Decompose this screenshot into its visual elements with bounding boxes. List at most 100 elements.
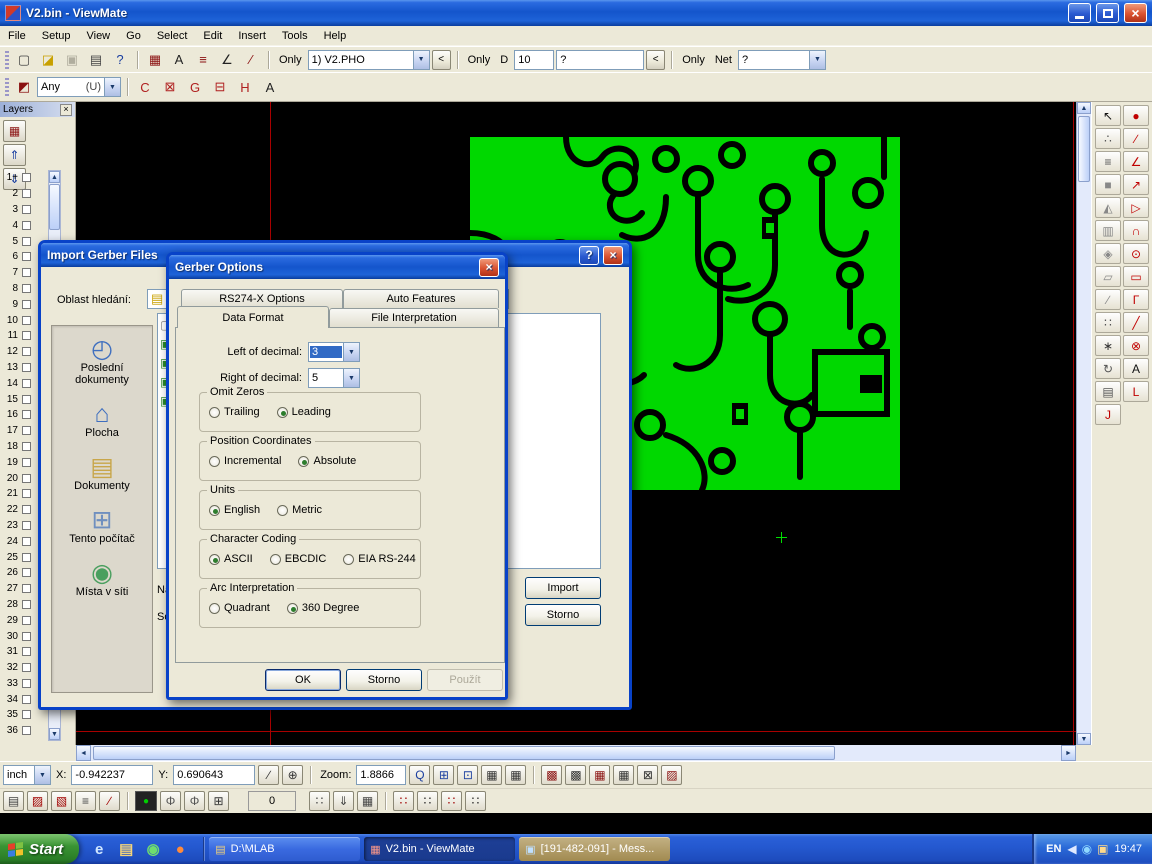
select-traces-icon[interactable]: ⊟ (209, 77, 231, 97)
layer-visibility-box[interactable] (22, 489, 31, 498)
dimension-icon[interactable]: ∠ (216, 50, 238, 70)
l-shape-tool-icon[interactable]: L (1123, 381, 1149, 402)
import-button[interactable]: Import (525, 577, 601, 599)
scrollbar-thumb[interactable] (49, 184, 60, 230)
save-icon[interactable]: ▣ (61, 50, 83, 70)
selection-mode-icon[interactable]: ◩ (13, 77, 35, 97)
radio-absolute[interactable]: Absolute (298, 455, 356, 467)
new-file-icon[interactable]: ▢ (13, 50, 35, 70)
ie-icon[interactable]: e (88, 838, 110, 860)
mirror-tool-icon[interactable]: ▱ (1095, 266, 1121, 287)
radio-leading[interactable]: Leading (277, 406, 331, 418)
angle-line-tool-icon[interactable]: ∠ (1123, 151, 1149, 172)
close-button[interactable]: × (1124, 3, 1147, 23)
aperture-table-icon[interactable]: ▦ (144, 50, 166, 70)
gear-tool-icon[interactable]: ∗ (1095, 335, 1121, 356)
status-light-icon[interactable]: ● (135, 791, 157, 811)
layer-row[interactable]: 4 (2, 217, 46, 233)
pencil-tool-icon[interactable]: ╱ (1123, 312, 1149, 333)
pad-grid-red-icon[interactable]: ▩ (541, 765, 562, 785)
open-folder-icon[interactable]: ◪ (37, 50, 59, 70)
pad-grid-dark-icon[interactable]: ▩ (565, 765, 586, 785)
firefox-icon[interactable]: ● (169, 838, 191, 860)
units-combo[interactable]: inch ▼ (3, 765, 51, 785)
layer-visibility-box[interactable] (22, 600, 31, 609)
layer-visibility-box[interactable] (22, 173, 31, 182)
chevron-down-icon[interactable]: ▼ (104, 78, 120, 96)
layer-visibility-box[interactable] (22, 221, 31, 230)
layer-visibility-box[interactable] (22, 395, 31, 404)
dashed-tool-icon[interactable]: ≡ (1095, 151, 1121, 172)
cancel-button[interactable]: Storno (525, 604, 601, 626)
scrollbar-thumb[interactable] (93, 746, 835, 760)
ok-button[interactable]: OK (265, 669, 341, 691)
rotate-tool-icon[interactable]: ↻ (1095, 358, 1121, 379)
toolbar-grip[interactable] (5, 51, 9, 69)
layer-visibility-box[interactable] (22, 458, 31, 467)
radio-trailing[interactable]: Trailing (209, 406, 260, 418)
start-button[interactable]: Start (0, 834, 79, 864)
layer-visibility-box[interactable] (22, 331, 31, 340)
close-icon[interactable]: × (60, 104, 72, 116)
select-gerber-icon[interactable]: G (184, 77, 206, 97)
layer-visibility-box[interactable] (22, 316, 31, 325)
diamond-tool-icon[interactable]: ◈ (1095, 243, 1121, 264)
layer-visibility-box[interactable] (22, 410, 31, 419)
probe2-icon[interactable]: Φ (184, 791, 205, 811)
only-net-label[interactable]: Only (678, 54, 709, 66)
layer-visibility-box[interactable] (22, 568, 31, 577)
radio-quadrant[interactable]: Quadrant (209, 602, 270, 614)
scroll-right-icon[interactable]: ► (1061, 745, 1076, 761)
radio-english[interactable]: English (209, 504, 260, 516)
list-icon[interactable]: ≡ (75, 791, 96, 811)
close-button[interactable]: × (603, 246, 623, 265)
layer-visibility-box[interactable] (22, 252, 31, 261)
horizontal-scrollbar[interactable]: ◄ ► (76, 745, 1076, 761)
folder-quick-icon[interactable]: ▤ (115, 838, 137, 860)
grid-toggle-icon[interactable]: ⊞ (208, 791, 229, 811)
radio-eia-rs-244[interactable]: EIA RS-244 (343, 553, 415, 565)
place-recent-documents[interactable]: ◴Poslední dokumenty (54, 336, 150, 386)
layer-up-icon[interactable]: ⇑ (3, 144, 26, 166)
layer-visibility-box[interactable] (22, 632, 31, 641)
layer-visibility-box[interactable] (22, 237, 31, 246)
layer-visibility-box[interactable] (22, 284, 31, 293)
chevron-down-icon[interactable]: ▼ (413, 51, 429, 69)
layer-visibility-box[interactable] (22, 710, 31, 719)
sheet-icon[interactable]: ▤ (3, 791, 24, 811)
origin-icon[interactable]: ⊕ (282, 765, 303, 785)
layer-visibility-box[interactable] (22, 616, 31, 625)
dcode-filter-input[interactable] (556, 50, 644, 70)
close-button[interactable]: × (479, 258, 499, 277)
grid-dots-icon[interactable]: ∷ (1095, 312, 1121, 333)
sel-pattern-red-icon[interactable]: ∷ (393, 791, 414, 811)
probe-icon[interactable]: Φ (160, 791, 181, 811)
menu-file[interactable]: File (0, 28, 34, 44)
dcode-list-icon[interactable]: A (168, 50, 190, 70)
layer-visibility-box[interactable] (22, 426, 31, 435)
tray-chevron-icon[interactable]: ◀ (1067, 842, 1076, 856)
scroll-down-icon[interactable]: ▼ (49, 728, 60, 740)
arrow-down-icon[interactable]: ⇓ (333, 791, 354, 811)
polygon-tool-icon[interactable]: ▷ (1123, 197, 1149, 218)
place-network[interactable]: ◉Místa v síti (54, 560, 150, 598)
only-layer-label[interactable]: Only (275, 54, 306, 66)
cross-tool-icon[interactable]: ⊗ (1123, 335, 1149, 356)
radio-metric[interactable]: Metric (277, 504, 322, 516)
task-viewmate[interactable]: ▦V2.bin - ViewMate (364, 837, 515, 861)
vertical-scrollbar[interactable]: ▲ ▼ (1076, 102, 1091, 745)
previous-layer-button[interactable]: < (432, 50, 451, 70)
radio-360-degree[interactable]: 360 Degree (287, 602, 360, 614)
triangle-tool-icon[interactable]: ◭ (1095, 197, 1121, 218)
layer-row[interactable]: 36 (2, 723, 46, 739)
slash-tool-icon[interactable]: ∕ (1095, 289, 1121, 310)
layer-visibility-box[interactable] (22, 363, 31, 372)
grid-fine-icon[interactable]: ▦ (481, 765, 502, 785)
dialog-title-bar[interactable]: Gerber Options × (169, 255, 505, 279)
layers-tool-icon[interactable]: ▤ (1095, 381, 1121, 402)
cancel-button[interactable]: Storno (346, 669, 422, 691)
layer-visibility-box[interactable] (22, 189, 31, 198)
place-documents[interactable]: ▤Dokumenty (54, 454, 150, 492)
hatch-tool-icon[interactable]: ▥ (1095, 220, 1121, 241)
chevron-down-icon[interactable]: ▼ (809, 51, 825, 69)
